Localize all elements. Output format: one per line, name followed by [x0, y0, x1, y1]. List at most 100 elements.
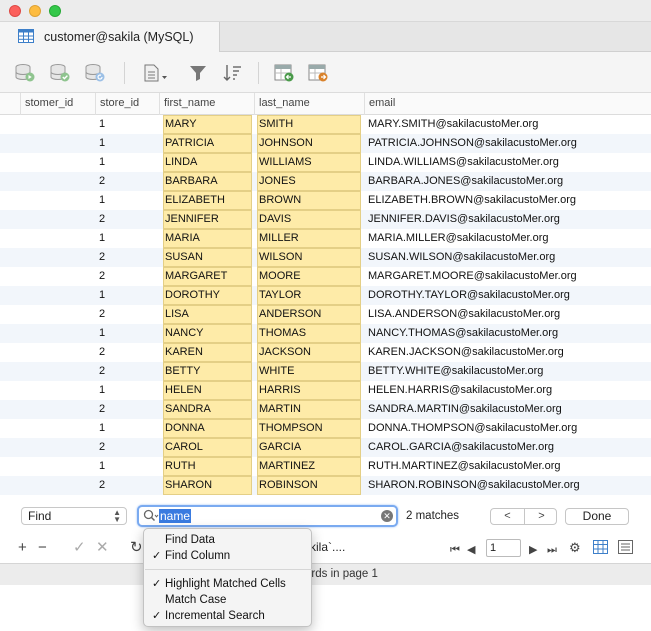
document-menu-icon[interactable]	[140, 62, 170, 84]
menu-item-find-data[interactable]: Find Data	[144, 532, 313, 548]
tab-customer[interactable]: customer@sakila (MySQL)	[0, 22, 220, 52]
cell-store-id[interactable]: 1	[99, 134, 129, 153]
cell-email[interactable]: RUTH.MARTINEZ@sakilacustoMer.org	[368, 457, 651, 476]
cell-last-name[interactable]: JOHNSON	[257, 134, 361, 153]
table-row[interactable]: 1 NANCY THOMAS NANCY.THOMAS@sakilacustoMer.…	[0, 324, 651, 343]
cell-first-name[interactable]: LINDA	[163, 153, 252, 172]
cell-store-id[interactable]: 2	[99, 400, 129, 419]
cell-first-name[interactable]: BARBARA	[163, 172, 252, 191]
cell-store-id[interactable]: 1	[99, 191, 129, 210]
cell-last-name[interactable]: MILLER	[257, 229, 361, 248]
cell-store-id[interactable]: 2	[99, 438, 129, 457]
table-row[interactable]: 2 SUSAN WILSON SUSAN.WILSON@sakilacustoMer.…	[0, 248, 651, 267]
cell-last-name[interactable]: DAVIS	[257, 210, 361, 229]
table-row[interactable]: 2 LISA ANDERSON LISA.ANDERSON@sakilacustoMe…	[0, 305, 651, 324]
cell-store-id[interactable]: 2	[99, 362, 129, 381]
cell-email[interactable]: DONNA.THOMPSON@sakilacustoMer.org	[368, 419, 651, 438]
cell-email[interactable]: JENNIFER.DAVIS@sakilacustoMer.org	[368, 210, 651, 229]
discard-changes-icon[interactable]: ✕	[96, 539, 109, 557]
table-row[interactable]: 2 SANDRA MARTIN SANDRA.MARTIN@sakilacustoMe…	[0, 400, 651, 419]
rollback-icon[interactable]	[83, 62, 107, 84]
grid-view-icon[interactable]	[593, 540, 608, 559]
cell-store-id[interactable]: 1	[99, 457, 129, 476]
add-row-icon[interactable]: +	[18, 539, 27, 557]
cell-store-id[interactable]: 1	[99, 324, 129, 343]
column-header-last-name[interactable]: last_name	[254, 93, 364, 115]
column-header-email[interactable]: email	[364, 93, 651, 115]
previous-page-icon[interactable]: ◀	[467, 541, 475, 559]
table-row[interactable]: 1 MARIA MILLER MARIA.MILLER@sakilacustoMer.…	[0, 229, 651, 248]
search-icon[interactable]	[143, 509, 159, 526]
cell-first-name[interactable]: DOROTHY	[163, 286, 252, 305]
cell-last-name[interactable]: MARTIN	[257, 400, 361, 419]
cell-first-name[interactable]: PATRICIA	[163, 134, 252, 153]
menu-item-match-case[interactable]: Match Case	[144, 592, 313, 608]
cell-store-id[interactable]: 2	[99, 248, 129, 267]
cell-first-name[interactable]: KAREN	[163, 343, 252, 362]
cell-store-id[interactable]: 1	[99, 419, 129, 438]
column-header-store-id[interactable]: store_id	[95, 93, 159, 115]
cell-email[interactable]: ELIZABETH.BROWN@sakilacustoMer.org	[368, 191, 651, 210]
table-row[interactable]: 1 LINDA WILLIAMS LINDA.WILLIAMS@sakilacusto…	[0, 153, 651, 172]
cell-last-name[interactable]: WILSON	[257, 248, 361, 267]
cell-email[interactable]: MARIA.MILLER@sakilacustoMer.org	[368, 229, 651, 248]
next-match-button[interactable]: >	[525, 509, 558, 524]
first-page-icon[interactable]: ⏮	[450, 541, 460, 559]
cell-email[interactable]: BETTY.WHITE@sakilacustoMer.org	[368, 362, 651, 381]
cell-email[interactable]: MARY.SMITH@sakilacustoMer.org	[368, 115, 651, 134]
cell-last-name[interactable]: TAYLOR	[257, 286, 361, 305]
cell-store-id[interactable]: 1	[99, 229, 129, 248]
cell-email[interactable]: SUSAN.WILSON@sakilacustoMer.org	[368, 248, 651, 267]
cell-email[interactable]: SHARON.ROBINSON@sakilacustoMer.org	[368, 476, 651, 495]
cell-email[interactable]: NANCY.THOMAS@sakilacustoMer.org	[368, 324, 651, 343]
cell-email[interactable]: LISA.ANDERSON@sakilacustoMer.org	[368, 305, 651, 324]
data-grid[interactable]: stomer_id store_id first_name last_name …	[0, 93, 651, 496]
cell-first-name[interactable]: BETTY	[163, 362, 252, 381]
cell-first-name[interactable]: RUTH	[163, 457, 252, 476]
cell-last-name[interactable]: ROBINSON	[257, 476, 361, 495]
table-row[interactable]: 1 MARY SMITH MARY.SMITH@sakilacustoMer.org	[0, 115, 651, 134]
cell-email[interactable]: DOROTHY.TAYLOR@sakilacustoMer.org	[368, 286, 651, 305]
cell-store-id[interactable]: 2	[99, 476, 129, 495]
cell-last-name[interactable]: THOMAS	[257, 324, 361, 343]
table-row[interactable]: 1 RUTH MARTINEZ RUTH.MARTINEZ@sakilacustoMe…	[0, 457, 651, 476]
cell-first-name[interactable]: NANCY	[163, 324, 252, 343]
cell-first-name[interactable]: SUSAN	[163, 248, 252, 267]
cell-first-name[interactable]: LISA	[163, 305, 252, 324]
zoom-window-button[interactable]	[49, 5, 61, 17]
cell-last-name[interactable]: JACKSON	[257, 343, 361, 362]
cell-last-name[interactable]: BROWN	[257, 191, 361, 210]
table-row[interactable]: 1 DOROTHY TAYLOR DOROTHY.TAYLOR@sakilacusto…	[0, 286, 651, 305]
cell-store-id[interactable]: 2	[99, 267, 129, 286]
table-row[interactable]: 2 SHARON ROBINSON SHARON.ROBINSON@sakilacus…	[0, 476, 651, 495]
cell-last-name[interactable]: WILLIAMS	[257, 153, 361, 172]
cell-first-name[interactable]: MARY	[163, 115, 252, 134]
cell-last-name[interactable]: GARCIA	[257, 438, 361, 457]
table-row[interactable]: 1 DONNA THOMPSON DONNA.THOMPSON@sakilacusto…	[0, 419, 651, 438]
cell-last-name[interactable]: WHITE	[257, 362, 361, 381]
cell-first-name[interactable]: ELIZABETH	[163, 191, 252, 210]
cell-first-name[interactable]: CAROL	[163, 438, 252, 457]
run-query-icon[interactable]	[13, 62, 37, 84]
cell-store-id[interactable]: 2	[99, 210, 129, 229]
cell-first-name[interactable]: SHARON	[163, 476, 252, 495]
minimize-window-button[interactable]	[29, 5, 41, 17]
column-header-first-name[interactable]: first_name	[159, 93, 254, 115]
column-header-customer-id[interactable]: stomer_id	[20, 93, 95, 115]
cell-store-id[interactable]: 2	[99, 172, 129, 191]
cell-first-name[interactable]: MARGARET	[163, 267, 252, 286]
cell-last-name[interactable]: ANDERSON	[257, 305, 361, 324]
delete-row-icon[interactable]: −	[38, 539, 47, 557]
table-row[interactable]: 2 BARBARA JONES BARBARA.JONES@sakilacustoMe…	[0, 172, 651, 191]
menu-item-find-column[interactable]: ✓ Find Column	[144, 548, 313, 564]
cell-store-id[interactable]: 1	[99, 153, 129, 172]
table-row[interactable]: 2 BETTY WHITE BETTY.WHITE@sakilacustoMer.or…	[0, 362, 651, 381]
cell-store-id[interactable]: 1	[99, 115, 129, 134]
table-row[interactable]: 1 ELIZABETH BROWN ELIZABETH.BROWN@sakilacus…	[0, 191, 651, 210]
cell-email[interactable]: PATRICIA.JOHNSON@sakilacustoMer.org	[368, 134, 651, 153]
import-icon[interactable]	[272, 62, 296, 84]
cell-first-name[interactable]: SANDRA	[163, 400, 252, 419]
cell-last-name[interactable]: HARRIS	[257, 381, 361, 400]
cell-email[interactable]: HELEN.HARRIS@sakilacustoMer.org	[368, 381, 651, 400]
cell-email[interactable]: SANDRA.MARTIN@sakilacustoMer.org	[368, 400, 651, 419]
